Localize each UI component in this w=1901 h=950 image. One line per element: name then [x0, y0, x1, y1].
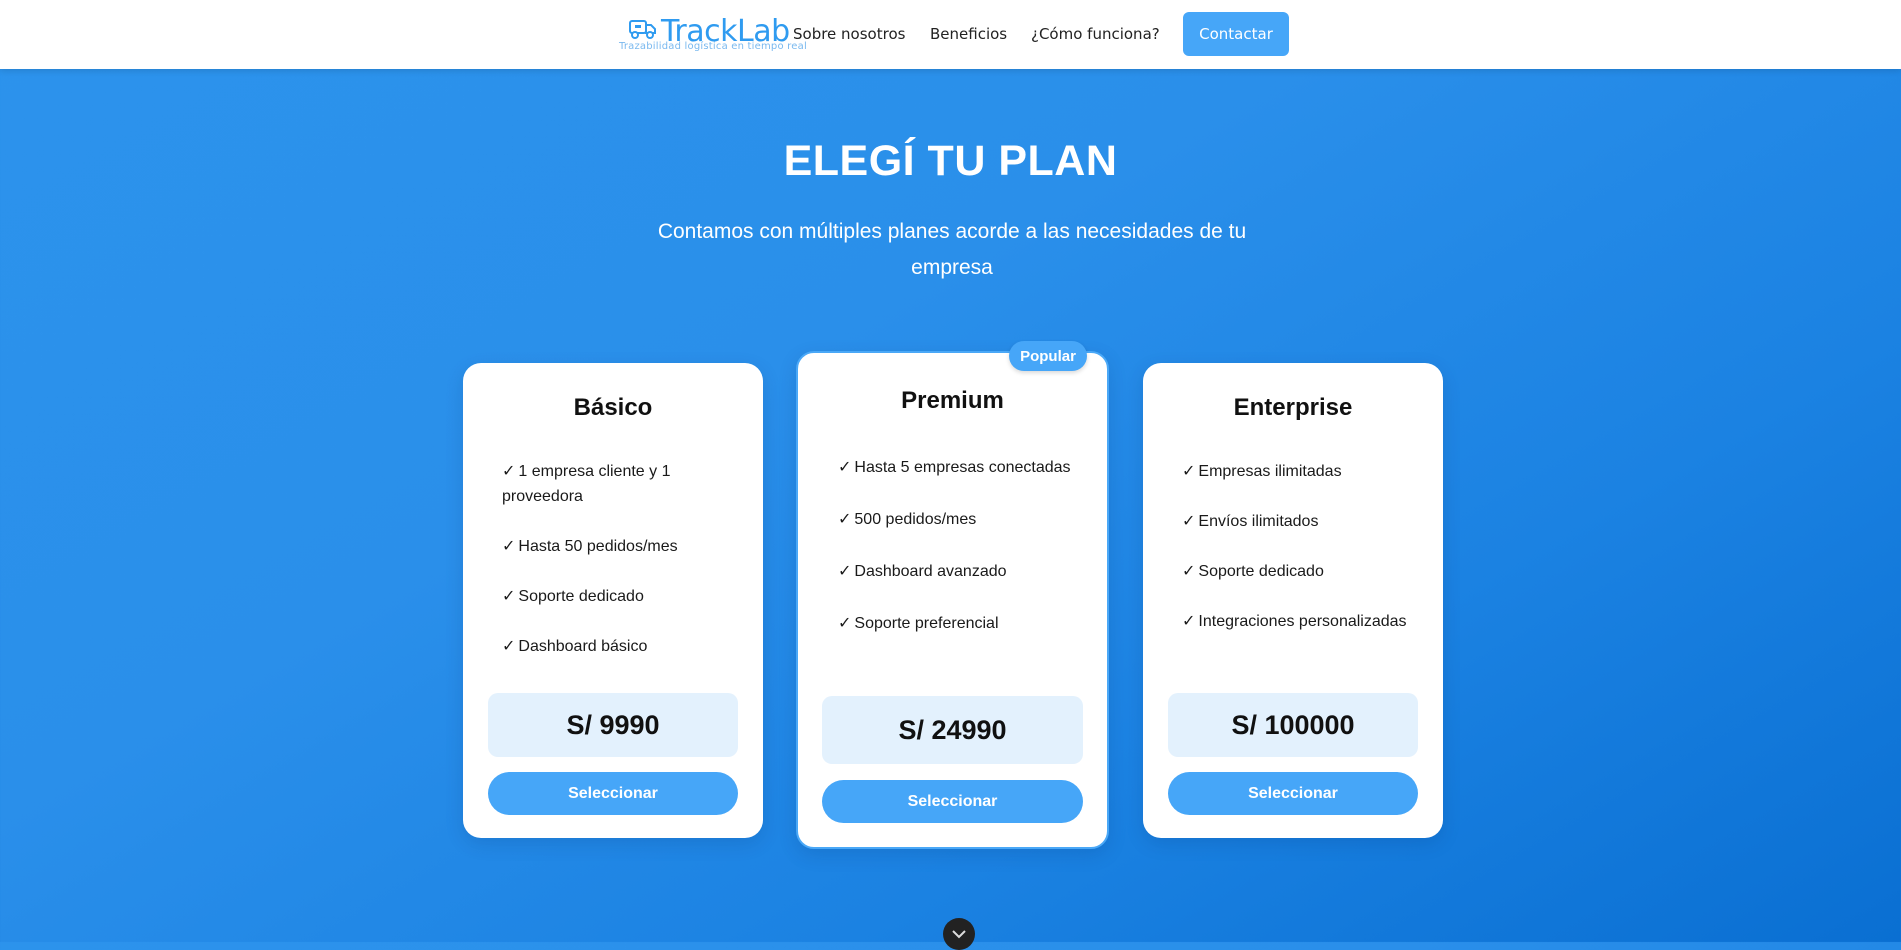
top-navbar: TrackLab Trazabilidad logística en tiemp…	[0, 0, 1901, 69]
check-icon: ✓	[1182, 613, 1196, 630]
feature-item: ✓ Soporte dedicado	[502, 588, 644, 605]
check-icon: ✓	[1182, 513, 1196, 530]
popular-badge: Popular	[1009, 341, 1087, 371]
feature-item: ✓ 1 empresa cliente y 1 proveedora	[502, 463, 671, 505]
select-plan-button-enterprise[interactable]: Seleccionar	[1168, 772, 1418, 815]
section-title: ELEGÍ TU PLAN	[783, 137, 1118, 185]
check-icon: ✓	[502, 463, 516, 480]
check-icon: ✓	[838, 563, 852, 580]
check-icon: ✓	[838, 615, 852, 632]
nav-link-how-it-works[interactable]: ¿Cómo funciona?	[1031, 25, 1160, 43]
nav-link-about[interactable]: Sobre nosotros	[793, 25, 905, 43]
check-icon: ✓	[838, 511, 852, 528]
feature-list: ✓ Hasta 5 empresas conectadas ✓ 500 pedido…	[838, 454, 1087, 662]
section-subtitle: Contamos con múltiples planes acorde a l…	[657, 220, 1247, 279]
feature-list: ✓ Empresas ilimitadas ✓ Envíos ilimitados …	[1182, 459, 1423, 659]
check-icon: ✓	[1182, 563, 1196, 580]
select-plan-button-premium[interactable]: Seleccionar	[822, 780, 1083, 823]
plan-name: Enterprise	[1233, 394, 1353, 421]
brand-logo[interactable]: TrackLab Trazabilidad logística en tiemp…	[619, 14, 807, 54]
feature-item: ✓ Soporte dedicado	[1182, 563, 1324, 580]
feature-item: ✓ Integraciones personalizadas	[1182, 613, 1407, 630]
plan-card-basic: Básico ✓ 1 empresa cliente y 1 proveedora…	[463, 363, 763, 838]
plan-price: S/ 9990	[488, 693, 738, 757]
contact-button[interactable]: Contactar	[1183, 12, 1289, 56]
feature-item: ✓ Dashboard avanzado	[838, 563, 1007, 580]
check-icon: ✓	[502, 538, 516, 555]
feature-item: ✓ 500 pedidos/mes	[838, 511, 977, 528]
check-icon: ✓	[1182, 463, 1196, 480]
check-icon: ✓	[838, 459, 852, 476]
feature-item: ✓ Hasta 50 pedidos/mes	[502, 538, 678, 555]
feature-item: ✓ Soporte preferencial	[838, 615, 999, 632]
plan-card-enterprise: Enterprise ✓ Empresas ilimitadas ✓ Envíos …	[1143, 363, 1443, 838]
chevron-down-icon	[952, 930, 966, 939]
feature-item: ✓ Envíos ilimitados	[1182, 513, 1319, 530]
scroll-down-button[interactable]	[943, 918, 975, 950]
check-icon: ✓	[502, 638, 516, 655]
plan-card-premium: Premium ✓ Hasta 5 empresas conectadas ✓ 50…	[796, 351, 1109, 849]
feature-item: ✓ Hasta 5 empresas conectadas	[838, 459, 1071, 476]
feature-item: ✓ Empresas ilimitadas	[1182, 463, 1342, 480]
check-icon: ✓	[502, 588, 516, 605]
brand-tagline: Trazabilidad logística en tiempo real	[619, 41, 807, 52]
select-plan-button-basic[interactable]: Seleccionar	[488, 772, 738, 815]
plan-name: Premium	[901, 387, 1004, 414]
feature-item: ✓ Dashboard básico	[502, 638, 648, 655]
plan-price: S/ 100000	[1168, 693, 1418, 757]
plan-name: Básico	[573, 394, 653, 421]
truck-icon	[629, 20, 656, 39]
nav-link-benefits[interactable]: Beneficios	[930, 25, 1007, 43]
plan-price: S/ 24990	[822, 696, 1083, 764]
feature-list: ✓ 1 empresa cliente y 1 proveedora ✓ Hasta…	[502, 459, 743, 684]
